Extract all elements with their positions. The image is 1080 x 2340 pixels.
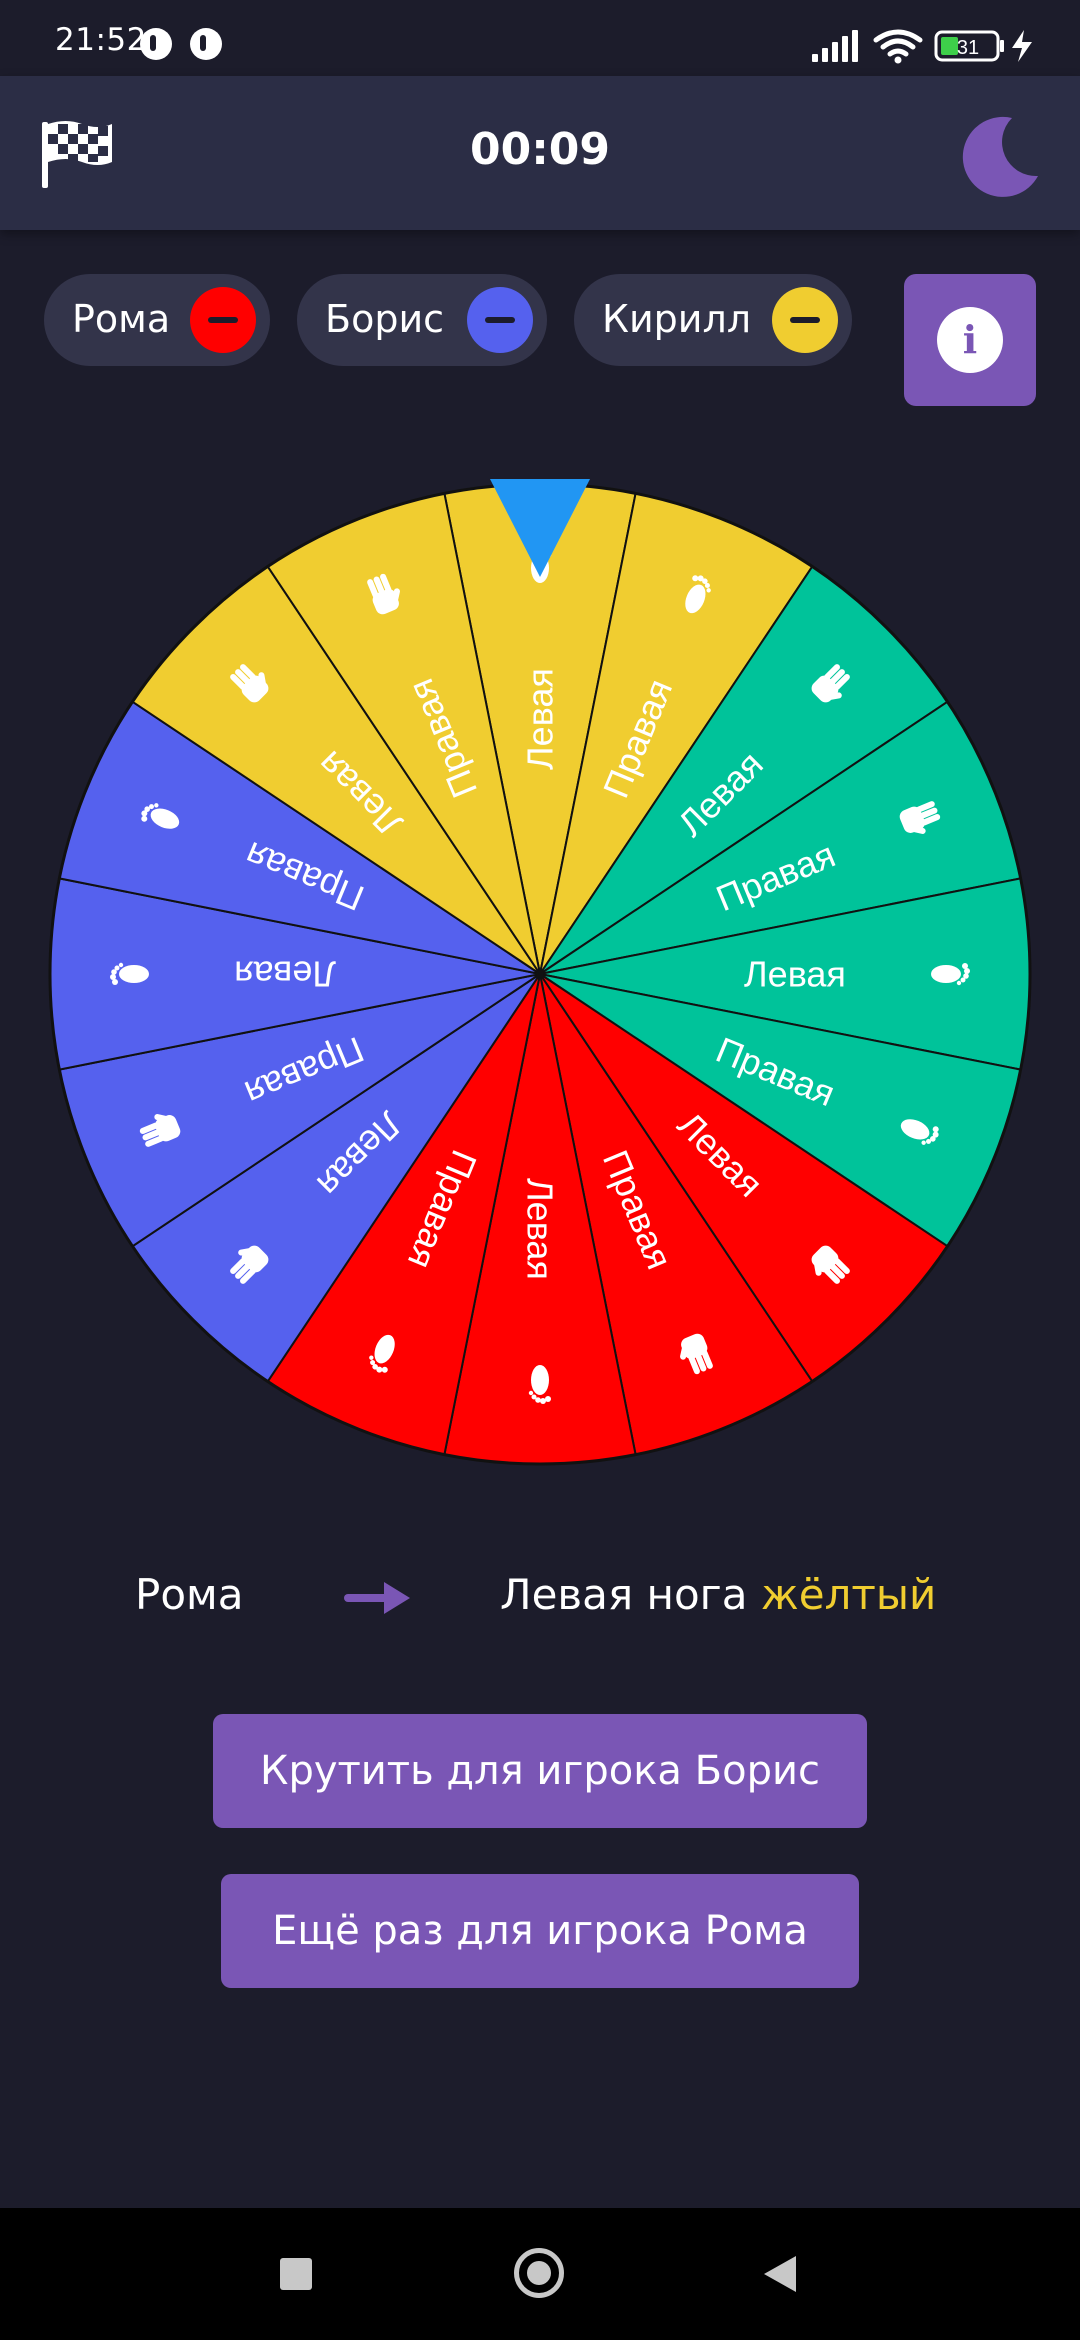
signal-icon [812, 30, 858, 62]
player-chip-kirill[interactable]: Кирилл [574, 274, 852, 366]
wheel-segment-label: Левая [744, 954, 846, 995]
home-circle-icon[interactable] [514, 2248, 564, 2298]
app-bar: 00:09 [0, 76, 1080, 230]
remove-player-icon[interactable] [772, 287, 838, 353]
player-name: Борис [325, 297, 445, 341]
arrow-right-icon [344, 1582, 410, 1614]
player-name: Кирилл [602, 297, 752, 341]
player-chip-roma[interactable]: Рома [44, 274, 270, 366]
wheel-hub [536, 970, 544, 978]
status-icons: 31 [812, 29, 1032, 64]
moon-icon[interactable] [958, 114, 1042, 198]
wheel-segment-label: Левая [520, 668, 561, 770]
back-triangle-icon[interactable] [762, 2254, 798, 2294]
player-chip-boris[interactable]: Борис [297, 274, 547, 366]
charging-icon [1012, 30, 1032, 62]
twister-spinner-wheel[interactable]: Левая ПраваяЛеваяПраваяЛеваяПраваяЛеваяПр… [45, 479, 1035, 1469]
status-bar: 21:52 31 [0, 0, 1080, 76]
status-time: 21:52 [55, 22, 147, 58]
navigation-bar [0, 2208, 1080, 2340]
battery-level: 31 [957, 37, 979, 59]
wheel-segment-label: Левая [520, 1178, 561, 1280]
spin-next-player-button[interactable]: Крутить для игрока Борис [213, 1714, 867, 1828]
info-button[interactable]: i [904, 274, 1036, 406]
result-player-name: Рома [135, 1570, 244, 1619]
result-color: жёлтый [760, 1570, 937, 1619]
wifi-icon [873, 29, 923, 57]
wheel-segment-label: Левая [234, 954, 336, 995]
info-icon: i [937, 307, 1003, 373]
result-move: Левая нога жёлтый [500, 1570, 936, 1619]
remove-player-icon[interactable] [190, 287, 256, 353]
battery-icon: 31 [934, 30, 1004, 62]
result-limb: Левая нога [500, 1570, 748, 1619]
app-notification-icon [190, 28, 222, 60]
game-timer: 00:09 [469, 124, 611, 175]
spin-again-button[interactable]: Ещё раз для игрока Рома [221, 1874, 859, 1988]
recents-square-icon[interactable] [280, 2258, 312, 2290]
player-name: Рома [72, 297, 171, 341]
app-notification-icon [140, 28, 172, 60]
remove-player-icon[interactable] [467, 287, 533, 353]
